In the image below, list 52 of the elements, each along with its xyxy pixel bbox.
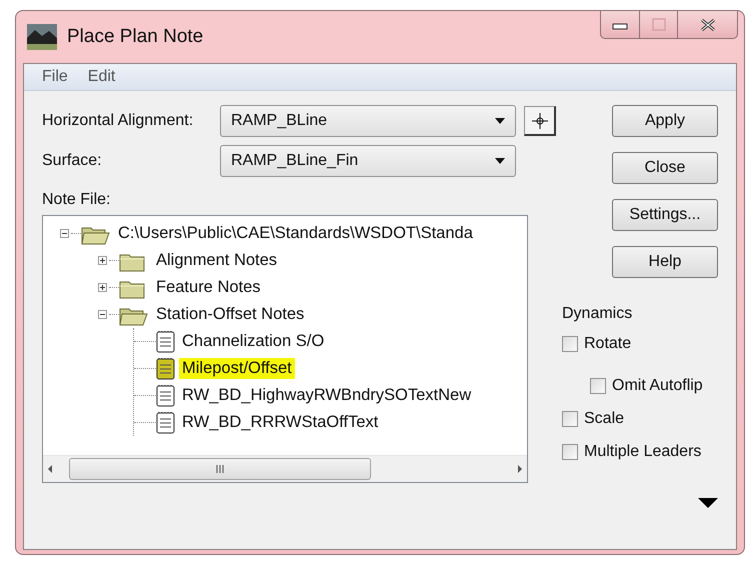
- expand-icon[interactable]: [98, 283, 106, 292]
- checkbox[interactable]: [562, 336, 578, 352]
- tree-item[interactable]: C:\Users\Public\CAE\Standards\WSDOT\Standa: [115, 223, 476, 244]
- scroll-right-icon[interactable]: [517, 464, 523, 474]
- tree-item[interactable]: Milepost/Offset: [179, 358, 295, 379]
- notepad-icon: [156, 357, 175, 380]
- dropdown-caret-icon: [495, 118, 505, 124]
- tree-item[interactable]: RW_BD_HighwayRWBndrySOTextNew: [179, 385, 474, 406]
- menu-item[interactable]: Edit: [88, 68, 116, 86]
- app-icon: [27, 24, 57, 50]
- dialog-button[interactable]: Settings...: [612, 199, 718, 231]
- dialog-button[interactable]: Close: [612, 152, 718, 184]
- crosshair-icon: [532, 112, 548, 128]
- window-title: Place Plan Note: [67, 26, 204, 48]
- notepad-icon: [156, 330, 175, 353]
- notepad-icon: [156, 411, 175, 434]
- close-icon: [700, 18, 716, 32]
- checkbox-label[interactable]: Multiple Leaders: [584, 443, 702, 461]
- tree-item[interactable]: RW_BD_RRRWStaOffText: [179, 412, 382, 433]
- tree-item[interactable]: Feature Notes: [153, 277, 264, 298]
- checkbox-label[interactable]: Omit Autoflip: [612, 377, 703, 395]
- maximize-icon: [652, 18, 666, 31]
- close-button[interactable]: [678, 11, 738, 39]
- dialog-button[interactable]: Apply: [612, 105, 718, 137]
- checkbox-label[interactable]: Scale: [584, 410, 624, 428]
- dropdown-field[interactable]: RAMP_BLine: [220, 105, 516, 137]
- dropdown-field[interactable]: RAMP_BLine_Fin: [220, 145, 516, 177]
- tree-item[interactable]: Channelization S/O: [179, 331, 328, 352]
- group-label: Dynamics: [562, 305, 634, 323]
- tree-item[interactable]: Alignment Notes: [153, 250, 280, 271]
- checkbox-label[interactable]: Rotate: [584, 335, 632, 353]
- expand-icon[interactable]: [98, 256, 106, 265]
- dropdown-caret-icon: [495, 158, 505, 164]
- pick-button[interactable]: [524, 106, 556, 136]
- menu-item[interactable]: File: [42, 68, 68, 86]
- expand-down-icon[interactable]: [698, 498, 718, 508]
- horizontal-scrollbar[interactable]: [43, 455, 527, 482]
- tree-item[interactable]: Station-Offset Notes: [153, 304, 308, 325]
- checkbox[interactable]: [590, 378, 606, 394]
- scroll-left-icon[interactable]: [47, 464, 53, 474]
- field-label: Note File:: [42, 191, 112, 209]
- dialog-button[interactable]: Help: [612, 246, 718, 278]
- scrollbar-thumb[interactable]: [69, 458, 371, 480]
- field-label: Horizontal Alignment:: [42, 112, 194, 130]
- checkbox[interactable]: [562, 444, 578, 460]
- minimize-button[interactable]: [600, 11, 640, 39]
- collapse-icon[interactable]: [98, 310, 106, 319]
- notepad-icon: [156, 384, 175, 407]
- field-label: Surface:: [42, 152, 103, 170]
- collapse-icon[interactable]: [60, 229, 68, 238]
- checkbox[interactable]: [562, 411, 578, 427]
- grip-icon: [216, 465, 224, 473]
